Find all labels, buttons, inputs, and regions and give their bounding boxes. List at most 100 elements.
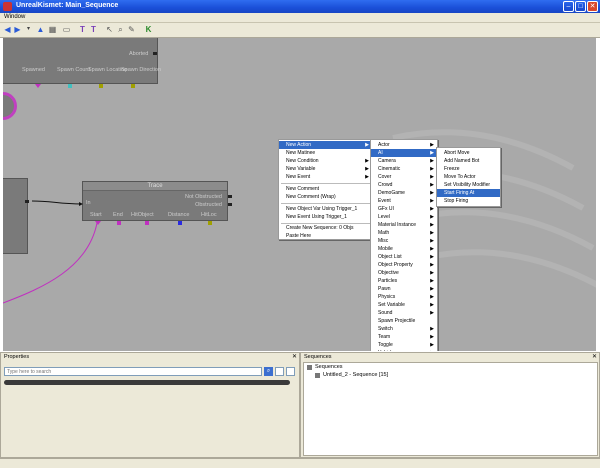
menu-item[interactable]: Objective ▶: [371, 269, 437, 277]
tree-item[interactable]: Untitled_2 - Sequence [15]: [323, 372, 388, 378]
variable-connector[interactable]: [178, 221, 182, 225]
properties-panel: Properties ✕ ⌕: [0, 352, 300, 458]
menu-item[interactable]: Stop Firing: [437, 197, 500, 205]
menu-item-new-matinee[interactable]: New Matinee: [279, 149, 372, 157]
menu-item[interactable]: Pawn ▶: [371, 285, 437, 293]
back-arrow-icon[interactable]: ◀: [3, 25, 12, 34]
menu-item[interactable]: Move To Actor: [437, 173, 500, 181]
menu-window[interactable]: Window: [4, 14, 25, 20]
close-icon[interactable]: ✕: [292, 353, 297, 361]
text-t-icon[interactable]: T: [78, 25, 87, 34]
menu-item[interactable]: Vehicle▶: [371, 349, 437, 351]
submenu-arrow-icon: ▶: [430, 278, 434, 284]
close-icon[interactable]: ✕: [592, 353, 597, 361]
menu-item[interactable]: Toggle ▶: [371, 341, 437, 349]
submenu-arrow-icon: ▶: [430, 222, 434, 228]
menu-item-new-object-var[interactable]: New Object Var Using Trigger_1: [279, 205, 372, 213]
menu-item[interactable]: Start Firing At: [437, 189, 500, 197]
menu-item-create-sequence[interactable]: Create New Sequence: 0 Objs: [279, 224, 372, 232]
submenu-arrow-icon: ▶: [430, 334, 434, 340]
menu-item[interactable]: Camera ▶: [371, 157, 437, 165]
zoom-icon[interactable]: ⌕: [116, 25, 125, 34]
properties-title: Properties: [4, 354, 30, 360]
text-tt-icon[interactable]: T: [89, 25, 98, 34]
forward-arrow-icon[interactable]: ▶: [13, 25, 22, 34]
submenu-arrow-icon: ▶: [430, 254, 434, 260]
link-icon[interactable]: ✎: [127, 25, 136, 34]
menu-item[interactable]: Misc ▶: [371, 237, 437, 245]
menu-item[interactable]: Mobile ▶: [371, 245, 437, 253]
submenu-arrow-icon: ▶: [430, 294, 434, 300]
submenu-arrow-icon: ▶: [430, 174, 434, 180]
menu-item[interactable]: Math ▶: [371, 229, 437, 237]
filter-icon[interactable]: [275, 367, 284, 376]
menu-bar: Window: [0, 13, 600, 23]
minimize-icon[interactable]: –: [563, 1, 574, 12]
properties-search-input[interactable]: [4, 367, 262, 376]
menu-item[interactable]: Level ▶: [371, 213, 437, 221]
properties-scrollbar[interactable]: [4, 380, 290, 385]
menu-item-new-action[interactable]: New Action ▶: [279, 141, 372, 149]
menu-item[interactable]: Actor ▶: [371, 141, 437, 149]
menu-item[interactable]: Add Named Bot: [437, 157, 500, 165]
menu-item[interactable]: Freeze: [437, 165, 500, 173]
print-icon[interactable]: ▭: [62, 25, 71, 34]
submenu-arrow-icon: ▶: [430, 238, 434, 244]
submenu-arrow-icon: ▶: [430, 262, 434, 268]
menu-item-paste-here[interactable]: Paste Here: [279, 232, 372, 240]
menu-item[interactable]: Particles ▶: [371, 277, 437, 285]
variable-connector[interactable]: [117, 221, 121, 225]
submenu-arrow-icon: ▶: [430, 310, 434, 316]
menu-item[interactable]: Physics ▶: [371, 293, 437, 301]
menu-item[interactable]: Set Visibility Modifier: [437, 181, 500, 189]
menu-item[interactable]: Event ▶: [371, 197, 437, 205]
sequences-panel: Sequences ✕ Sequences Untitled_2 - Seque…: [300, 352, 600, 458]
submenu-arrow-icon: ▶: [430, 326, 434, 332]
sequences-header: Sequences ✕: [301, 353, 599, 361]
menu-item-new-event-using[interactable]: New Event Using Trigger_1: [279, 213, 372, 221]
submenu-arrow-icon: ▶: [430, 142, 434, 148]
menu-item[interactable]: AI ▶: [371, 149, 437, 157]
folder-icon: [307, 365, 312, 370]
menu-item[interactable]: Object List ▶: [371, 253, 437, 261]
menu-item-new-event[interactable]: New Event ▶: [279, 173, 372, 181]
kismet-canvas[interactable]: Spawned Spawn Count Spawn Location Spawn…: [3, 38, 596, 351]
options-icon[interactable]: [286, 367, 295, 376]
variable-connector[interactable]: [208, 221, 212, 225]
submenu-arrow-icon: ▶: [430, 246, 434, 252]
up-arrow-icon[interactable]: ▲: [36, 25, 45, 34]
menu-item[interactable]: Object Property ▶: [371, 261, 437, 269]
menu-item-new-comment[interactable]: New Comment: [279, 185, 372, 193]
menu-item[interactable]: Set Variable ▶: [371, 301, 437, 309]
menu-item-new-condition[interactable]: New Condition ▶: [279, 157, 372, 165]
close-icon[interactable]: ✕: [587, 1, 598, 12]
menu-item-new-variable[interactable]: New Variable ▶: [279, 165, 372, 173]
search-icon[interactable]: ⌕: [264, 367, 273, 376]
menu-item[interactable]: Crowd ▶: [371, 181, 437, 189]
tree-icon[interactable]: ▦: [48, 25, 57, 34]
dropdown-icon[interactable]: ▾: [24, 25, 33, 34]
variable-connector[interactable]: [145, 221, 149, 225]
window-title: UnrealKismet: Main_Sequence: [16, 2, 119, 9]
menu-item[interactable]: DemoGame ▶: [371, 189, 437, 197]
pointer-icon[interactable]: ↖: [105, 25, 114, 34]
menu-item[interactable]: Sound ▶: [371, 309, 437, 317]
menu-separator: [281, 203, 370, 204]
variable-connector[interactable]: [95, 221, 101, 225]
menu-item[interactable]: Spawn Projectile: [371, 317, 437, 325]
menu-item[interactable]: GFx UI ▶: [371, 205, 437, 213]
menu-item[interactable]: Material Instance ▶: [371, 221, 437, 229]
sequence-icon: [315, 373, 320, 378]
menu-item[interactable]: Cinematic ▶: [371, 165, 437, 173]
tree-root[interactable]: Sequences: [315, 364, 343, 370]
menu-item[interactable]: Abort Move: [437, 149, 500, 157]
menu-item[interactable]: Switch ▶: [371, 325, 437, 333]
submenu-arrow-icon: ▶: [430, 182, 434, 188]
menu-item-new-comment-wrap[interactable]: New Comment (Wrap): [279, 193, 372, 201]
menu-item[interactable]: Team ▶: [371, 333, 437, 341]
submenu-arrow-icon: ▶: [430, 214, 434, 220]
menu-item[interactable]: Cover ▶: [371, 173, 437, 181]
kismet-k-icon[interactable]: K: [144, 25, 153, 34]
maximize-icon[interactable]: □: [575, 1, 586, 12]
submenu-arrow-icon: ▶: [430, 198, 434, 204]
